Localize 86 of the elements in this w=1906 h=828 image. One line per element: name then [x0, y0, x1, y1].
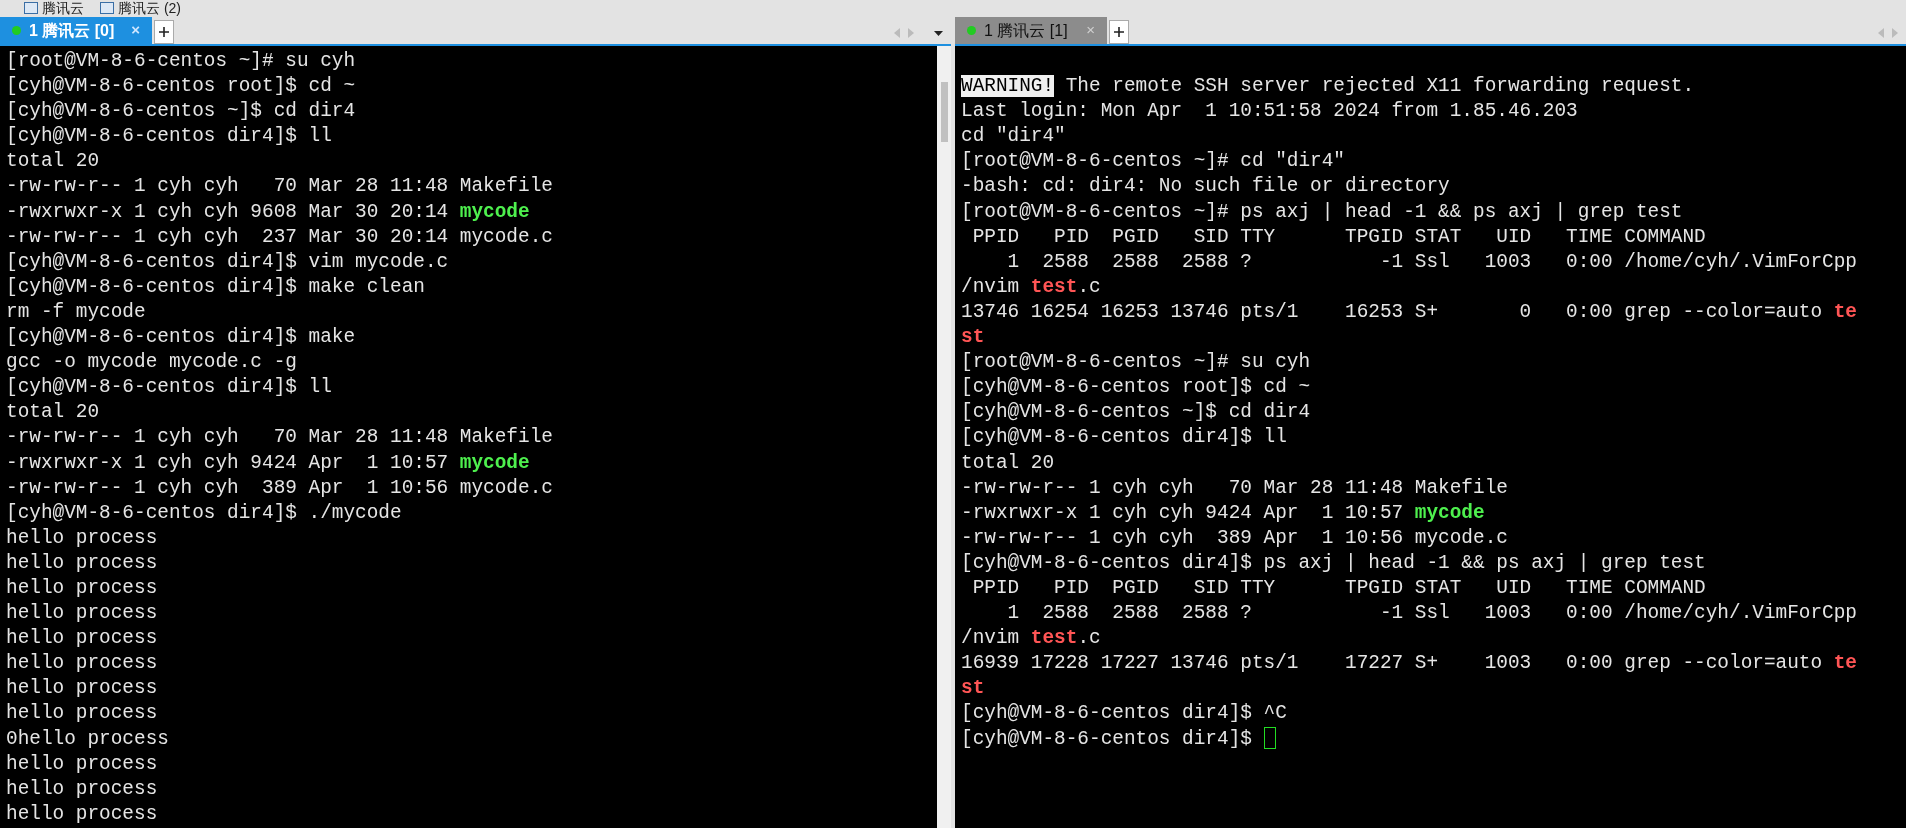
terminal-text: [cyh@VM-8-6-centos dir4]$ ll [961, 426, 1287, 449]
terminal-text: [cyh@VM-8-6-centos dir4]$ ll [6, 125, 332, 148]
terminal-text: hello process [6, 677, 158, 700]
terminal-text: Last login: Mon Apr 1 10:51:58 2024 from 1.85.46.203 [961, 100, 1578, 123]
terminal-text: hello process [6, 551, 158, 574]
terminal-text: hello process [6, 627, 158, 650]
terminal-text: [cyh@VM-8-6-centos dir4]$ ./mycode [6, 501, 402, 524]
dropdown-icon[interactable] [934, 30, 943, 36]
session-link[interactable]: 腾讯云 (2) [118, 0, 181, 16]
terminal-text: /nvim [961, 627, 1021, 650]
terminal-text: .c [1077, 275, 1101, 298]
scroll-right-icon[interactable] [1892, 28, 1898, 38]
terminal-text: -rw-rw-r-- 1 cyh cyh 389 Apr 1 10:56 mycode.c [961, 526, 1508, 549]
terminal-text: [root@VM-8-6-centos ~]# ps axj | head -1 && ps axj | grep test [961, 200, 1683, 223]
new-tab-button[interactable] [1109, 20, 1129, 44]
terminal-text: [cyh@VM-8-6-centos root]$ cd ~ [6, 75, 356, 98]
terminal-text: 13746 16254 16253 13746 pts/1 16253 S+ 0 0:00 grep --color=auto [961, 300, 1824, 323]
terminal-text: 16939 17228 17227 13746 pts/1 17227 S+ 1003 0:00 grep --color=auto [961, 652, 1824, 675]
terminal-text: [cyh@VM-8-6-centos root]$ cd ~ [961, 376, 1311, 399]
terminal-text: [cyh@VM-8-6-centos dir4]$ ^C [961, 702, 1287, 725]
terminal-text: total 20 [6, 150, 100, 173]
terminal-text: /nvim [961, 275, 1021, 298]
terminal-text: -rwxrwxr-x 1 cyh cyh 9608 Mar 30 20:14 [6, 200, 450, 223]
terminal-text: st [961, 326, 985, 349]
scroll-right-icon[interactable] [908, 28, 914, 38]
terminal-text: [cyh@VM-8-6-centos dir4]$ vim mycode.c [6, 250, 449, 273]
terminal-text: -bash: cd: dir4: No such file or directory [961, 175, 1450, 198]
terminal-text: [cyh@VM-8-6-centos ~]$ cd dir4 [6, 100, 356, 123]
terminal-text: mycode [1414, 501, 1485, 524]
scroll-left-icon[interactable] [1878, 28, 1884, 38]
terminal-text: 1 2588 2588 2588 ? -1 Ssl 1003 0:00 /home/cyh/.VimForCpp [1006, 250, 1857, 273]
terminal-text: -rw-rw-r-- 1 cyh cyh 70 Mar 28 11:48 Makefile [6, 426, 553, 449]
terminal-text: The remote SSH server rejected X11 forwarding request. [1064, 75, 1695, 98]
tab-label: 1 腾讯云 [1] [984, 20, 1068, 41]
terminal-text: te [1833, 652, 1857, 675]
terminal-text: cd "dir4" [961, 125, 1066, 148]
terminal-text: hello process [6, 802, 158, 825]
terminal-text: test [1030, 627, 1078, 650]
terminal-tab[interactable]: 1 腾讯云 [1] × [955, 17, 1107, 44]
terminal-text: .c [1077, 627, 1101, 650]
highlighted-text: WARNING! [961, 75, 1055, 98]
window-icon [100, 2, 114, 14]
terminal-text: -rw-rw-r-- 1 cyh cyh 237 Mar 30 20:14 mycode.c [6, 225, 553, 248]
terminal-text: gcc -o mycode mycode.c -g [6, 351, 297, 374]
terminal-text: rm -f mycode [6, 300, 146, 323]
terminal-text: hello process [6, 777, 158, 800]
terminal-text: hello process [6, 702, 158, 725]
terminal-text: total 20 [961, 451, 1055, 474]
terminal-text: -rwxrwxr-x 1 cyh cyh 9424 Apr 1 10:57 [6, 451, 450, 474]
terminal-text: hello process [6, 602, 158, 625]
terminal-text: -rw-rw-r-- 1 cyh cyh 70 Mar 28 11:48 Makefile [6, 175, 553, 198]
terminal-text: 0hello process [6, 727, 169, 750]
tab-label: 1 腾讯云 [0] [29, 20, 115, 41]
terminal-text: test [1030, 275, 1078, 298]
terminal-text: -rwxrwxr-x 1 cyh cyh 9424 Apr 1 10:57 [961, 501, 1405, 524]
terminal-tab[interactable]: 1 腾讯云 [0] × [0, 17, 152, 44]
terminal-text: [cyh@VM-8-6-centos dir4]$ make [6, 326, 356, 349]
terminal-text: -rw-rw-r-- 1 cyh cyh 70 Mar 28 11:48 Makefile [961, 476, 1508, 499]
terminal-text: [root@VM-8-6-centos ~]# cd "dir4" [961, 150, 1345, 173]
terminal-text: 1 2588 2588 2588 ? -1 Ssl 1003 0:00 /home/cyh/.VimForCpp [1006, 602, 1857, 625]
new-tab-button[interactable] [154, 20, 174, 44]
plus-icon [1114, 27, 1124, 37]
terminal-text: total 20 [6, 401, 100, 424]
terminal-text: [cyh@VM-8-6-centos dir4]$ make clean [6, 275, 425, 298]
terminal-text: hello process [6, 752, 158, 775]
terminal-text: PPID PID PGID SID TTY TPGID STAT UID TIME COMMAND [971, 576, 1706, 599]
session-link[interactable]: 腾讯云 [42, 0, 84, 16]
terminal-text: mycode [459, 451, 530, 474]
window-icon [24, 2, 38, 14]
scrollbar[interactable] [937, 46, 951, 828]
terminal-text: [root@VM-8-6-centos ~]# su cyh [961, 351, 1311, 374]
terminal-text: -rw-rw-r-- 1 cyh cyh 389 Apr 1 10:56 mycode.c [6, 476, 553, 499]
terminal-text: te [1833, 300, 1857, 323]
terminal-text: mycode [459, 200, 530, 223]
terminal-text: PPID PID PGID SID TTY TPGID STAT UID TIME COMMAND [971, 225, 1706, 248]
terminal-text: [root@VM-8-6-centos ~]# su cyh [6, 50, 356, 72]
terminal-text: st [961, 677, 985, 700]
terminal-text: hello process [6, 652, 158, 675]
terminal-text: [cyh@VM-8-6-centos ~]$ cd dir4 [961, 401, 1311, 424]
terminal-text: [cyh@VM-8-6-centos dir4]$ [961, 727, 1253, 750]
plus-icon [159, 27, 169, 37]
terminal-text: [cyh@VM-8-6-centos dir4]$ ps axj | head -1 && ps axj | grep test [961, 551, 1706, 574]
scroll-left-icon[interactable] [894, 28, 900, 38]
terminal-text: hello process [6, 576, 158, 599]
terminal-text: hello process [6, 526, 158, 549]
terminal-text: [cyh@VM-8-6-centos dir4]$ ll [6, 376, 332, 399]
